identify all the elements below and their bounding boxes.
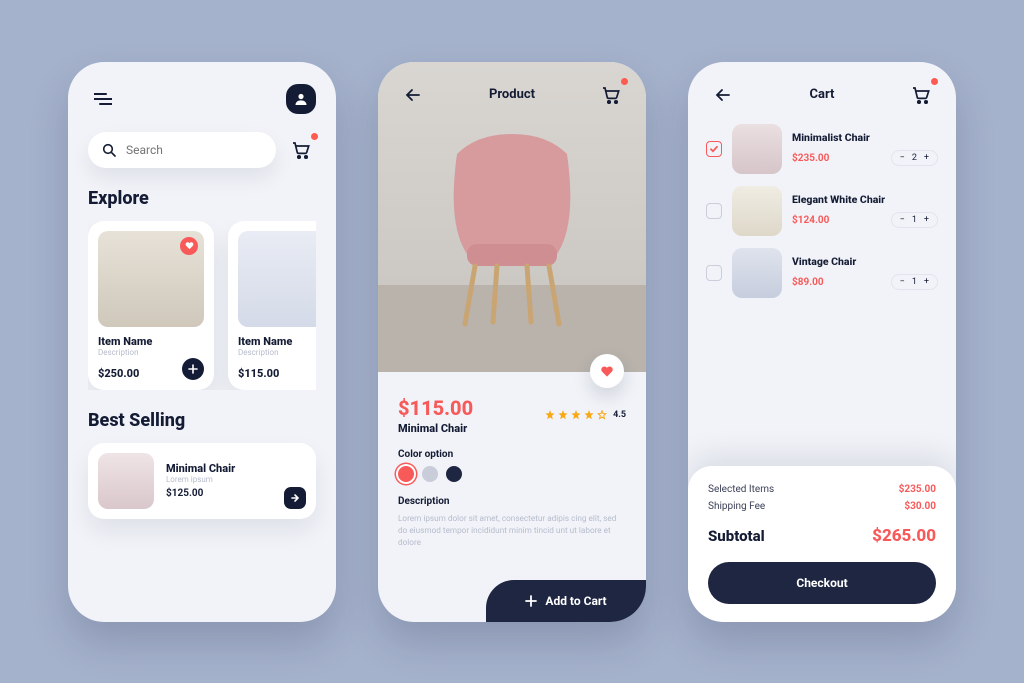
favorite-button[interactable]: [590, 354, 624, 388]
cart-screen: Cart Minimalist Chair $235.00 −: [688, 62, 956, 622]
search-input[interactable]: [88, 132, 276, 168]
product-thumb: [98, 453, 154, 509]
plus-icon[interactable]: +: [924, 215, 929, 225]
color-swatches: [398, 466, 626, 482]
product-price: $115.00: [398, 396, 473, 420]
selected-items-value: $235.00: [899, 484, 936, 495]
item-price: $89.00: [792, 277, 824, 288]
product-desc: Description: [98, 348, 204, 357]
plus-icon[interactable]: +: [924, 153, 929, 163]
product-thumb: [238, 231, 316, 327]
quantity-value: 1: [912, 277, 917, 287]
color-swatch[interactable]: [422, 466, 438, 482]
item-checkbox[interactable]: [706, 141, 722, 157]
checkout-label: Checkout: [796, 576, 847, 590]
cart-summary: Selected Items $235.00 Shipping Fee $30.…: [688, 466, 956, 622]
minus-icon[interactable]: −: [900, 277, 905, 287]
item-name: Elegant White Chair: [792, 193, 938, 206]
shipping-fee-value: $30.00: [904, 501, 936, 512]
selected-items-label: Selected Items: [708, 484, 774, 495]
quantity-stepper[interactable]: − 2 +: [891, 150, 938, 166]
quantity-stepper[interactable]: − 1 +: [891, 212, 938, 228]
item-thumb: [732, 248, 782, 298]
bestselling-card[interactable]: Minimal Chair Lorem ipsum $125.00: [88, 443, 316, 519]
cart-item: Vintage Chair $89.00 − 1 +: [706, 248, 938, 298]
favorite-badge[interactable]: [180, 237, 198, 255]
item-name: Minimalist Chair: [792, 131, 938, 144]
product-name: Item Name: [238, 335, 316, 348]
subtotal-label: Subtotal: [708, 527, 765, 545]
product-card[interactable]: Item Name Description $250.00: [88, 221, 214, 390]
quantity-stepper[interactable]: − 1 +: [891, 274, 938, 290]
cart-item: Elegant White Chair $124.00 − 1 +: [706, 186, 938, 236]
subtotal-value: $265.00: [872, 526, 936, 546]
color-option-label: Color option: [398, 449, 626, 460]
menu-icon[interactable]: [88, 84, 118, 114]
cart-button[interactable]: [286, 135, 316, 165]
product-desc: Lorem ipsum: [166, 475, 235, 484]
item-name: Vintage Chair: [792, 255, 938, 268]
rating-stars: 4.5: [545, 410, 626, 420]
shipping-fee-label: Shipping Fee: [708, 501, 765, 512]
back-button[interactable]: [708, 80, 738, 110]
product-card[interactable]: Item Name Description $115.00: [228, 221, 316, 390]
product-price: $115.00: [238, 367, 316, 380]
product-name: Minimal Chair: [398, 422, 473, 435]
color-swatch[interactable]: [446, 466, 462, 482]
search-icon: [102, 143, 116, 157]
cart-badge: [621, 78, 628, 85]
rating-value: 4.5: [613, 410, 626, 420]
page-title: Cart: [810, 87, 835, 102]
cart-item: Minimalist Chair $235.00 − 2 +: [706, 124, 938, 174]
explore-heading: Explore: [88, 188, 316, 209]
plus-icon[interactable]: +: [924, 277, 929, 287]
add-to-cart-label: Add to Cart: [545, 594, 606, 608]
product-name: Minimal Chair: [166, 462, 235, 475]
item-thumb: [732, 186, 782, 236]
back-button[interactable]: [398, 80, 428, 110]
explore-list: Item Name Description $250.00 Item Name …: [88, 221, 316, 390]
cart-badge: [931, 78, 938, 85]
quantity-value: 1: [912, 215, 917, 225]
product-name: Item Name: [98, 335, 204, 348]
minus-icon[interactable]: −: [900, 215, 905, 225]
checkout-button[interactable]: Checkout: [708, 562, 936, 604]
item-checkbox[interactable]: [706, 203, 722, 219]
quantity-value: 2: [912, 153, 917, 163]
item-thumb: [732, 124, 782, 174]
page-title: Product: [489, 87, 535, 102]
product-desc: Description: [238, 348, 316, 357]
cart-badge: [311, 133, 318, 140]
product-price: $125.00: [166, 488, 235, 499]
cart-button[interactable]: [906, 80, 936, 110]
product-detail-screen: Product $115.00: [378, 62, 646, 622]
cart-button[interactable]: [596, 80, 626, 110]
minus-icon[interactable]: −: [900, 153, 905, 163]
profile-button[interactable]: [286, 84, 316, 114]
item-checkbox[interactable]: [706, 265, 722, 281]
product-thumb: [98, 231, 204, 327]
description-text: Lorem ipsum dolor sit amet, consectetur …: [398, 513, 626, 550]
bestselling-heading: Best Selling: [88, 410, 316, 431]
home-screen: Explore Item Name Description $250.00: [68, 62, 336, 622]
item-price: $124.00: [792, 215, 829, 226]
item-price: $235.00: [792, 153, 829, 164]
add-button[interactable]: [182, 358, 204, 380]
cart-items-list: Minimalist Chair $235.00 − 2 +: [688, 110, 956, 298]
color-swatch[interactable]: [398, 466, 414, 482]
add-to-cart-button[interactable]: Add to Cart: [486, 580, 646, 622]
description-label: Description: [398, 496, 626, 507]
arrow-right-icon[interactable]: [284, 487, 306, 509]
